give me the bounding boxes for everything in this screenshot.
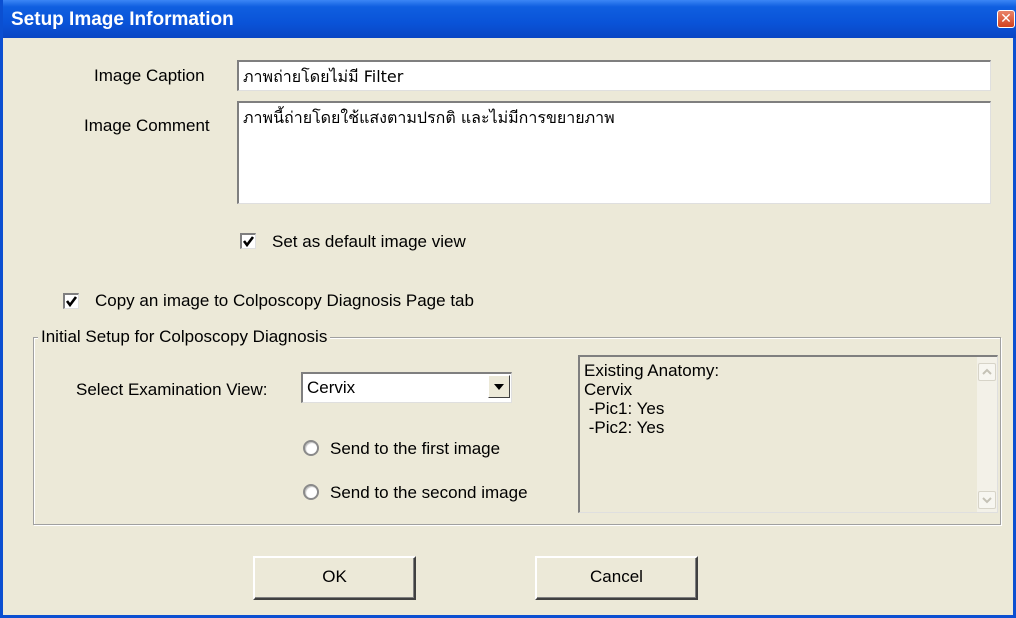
- send-second-label: Send to the second image: [330, 483, 528, 502]
- chevron-down-icon: [982, 497, 992, 504]
- ok-button[interactable]: OK: [253, 556, 416, 600]
- image-comment-label: Image Comment: [84, 116, 210, 135]
- send-first-label: Send to the first image: [330, 439, 501, 458]
- image-caption-input[interactable]: ภาพถ่ายโดยไม่มี Filter: [237, 60, 991, 91]
- chevron-down-icon[interactable]: [488, 375, 510, 398]
- scroll-up-button[interactable]: [978, 363, 996, 381]
- title-bar[interactable]: Setup Image Information ✕: [3, 0, 1016, 38]
- exam-view-select[interactable]: Cervix: [301, 372, 512, 403]
- checkmark-icon: [65, 296, 78, 308]
- anatomy-line: -Pic2: Yes: [584, 418, 665, 437]
- send-second-radio[interactable]: [303, 484, 319, 500]
- cancel-button[interactable]: Cancel: [535, 556, 698, 600]
- chevron-up-icon: [982, 368, 992, 375]
- anatomy-line: Cervix: [584, 380, 633, 399]
- vertical-scrollbar[interactable]: [977, 357, 997, 512]
- existing-anatomy-list[interactable]: Existing Anatomy: Cervix -Pic1: Yes -Pic…: [578, 355, 998, 513]
- default-view-label: Set as default image view: [272, 232, 466, 251]
- copy-image-checkbox[interactable]: [63, 293, 79, 309]
- anatomy-text: Existing Anatomy: Cervix -Pic1: Yes -Pic…: [584, 361, 719, 437]
- group-title: Initial Setup for Colposcopy Diagnosis: [38, 327, 331, 347]
- checkmark-icon: [242, 236, 255, 248]
- close-icon: ✕: [1000, 10, 1012, 26]
- ok-button-label: OK: [322, 567, 347, 586]
- image-comment-textarea[interactable]: ภาพนี้ถ่ายโดยใช้แสงตามปรกติ และไม่มีการข…: [237, 101, 991, 204]
- default-view-checkbox[interactable]: [240, 233, 256, 249]
- dialog-window: Setup Image Information ✕ Image Caption …: [0, 0, 1016, 618]
- image-caption-label: Image Caption: [94, 66, 205, 85]
- send-first-radio[interactable]: [303, 440, 319, 456]
- close-button[interactable]: ✕: [997, 10, 1015, 28]
- copy-image-label: Copy an image to Colposcopy Diagnosis Pa…: [95, 291, 474, 310]
- cancel-button-label: Cancel: [590, 567, 643, 586]
- anatomy-line: Existing Anatomy:: [584, 361, 720, 380]
- anatomy-line: -Pic1: Yes: [584, 399, 665, 418]
- scroll-down-button[interactable]: [978, 491, 996, 509]
- exam-view-value: Cervix: [307, 378, 356, 397]
- exam-view-label: Select Examination View:: [76, 380, 268, 399]
- window-title: Setup Image Information: [11, 9, 234, 30]
